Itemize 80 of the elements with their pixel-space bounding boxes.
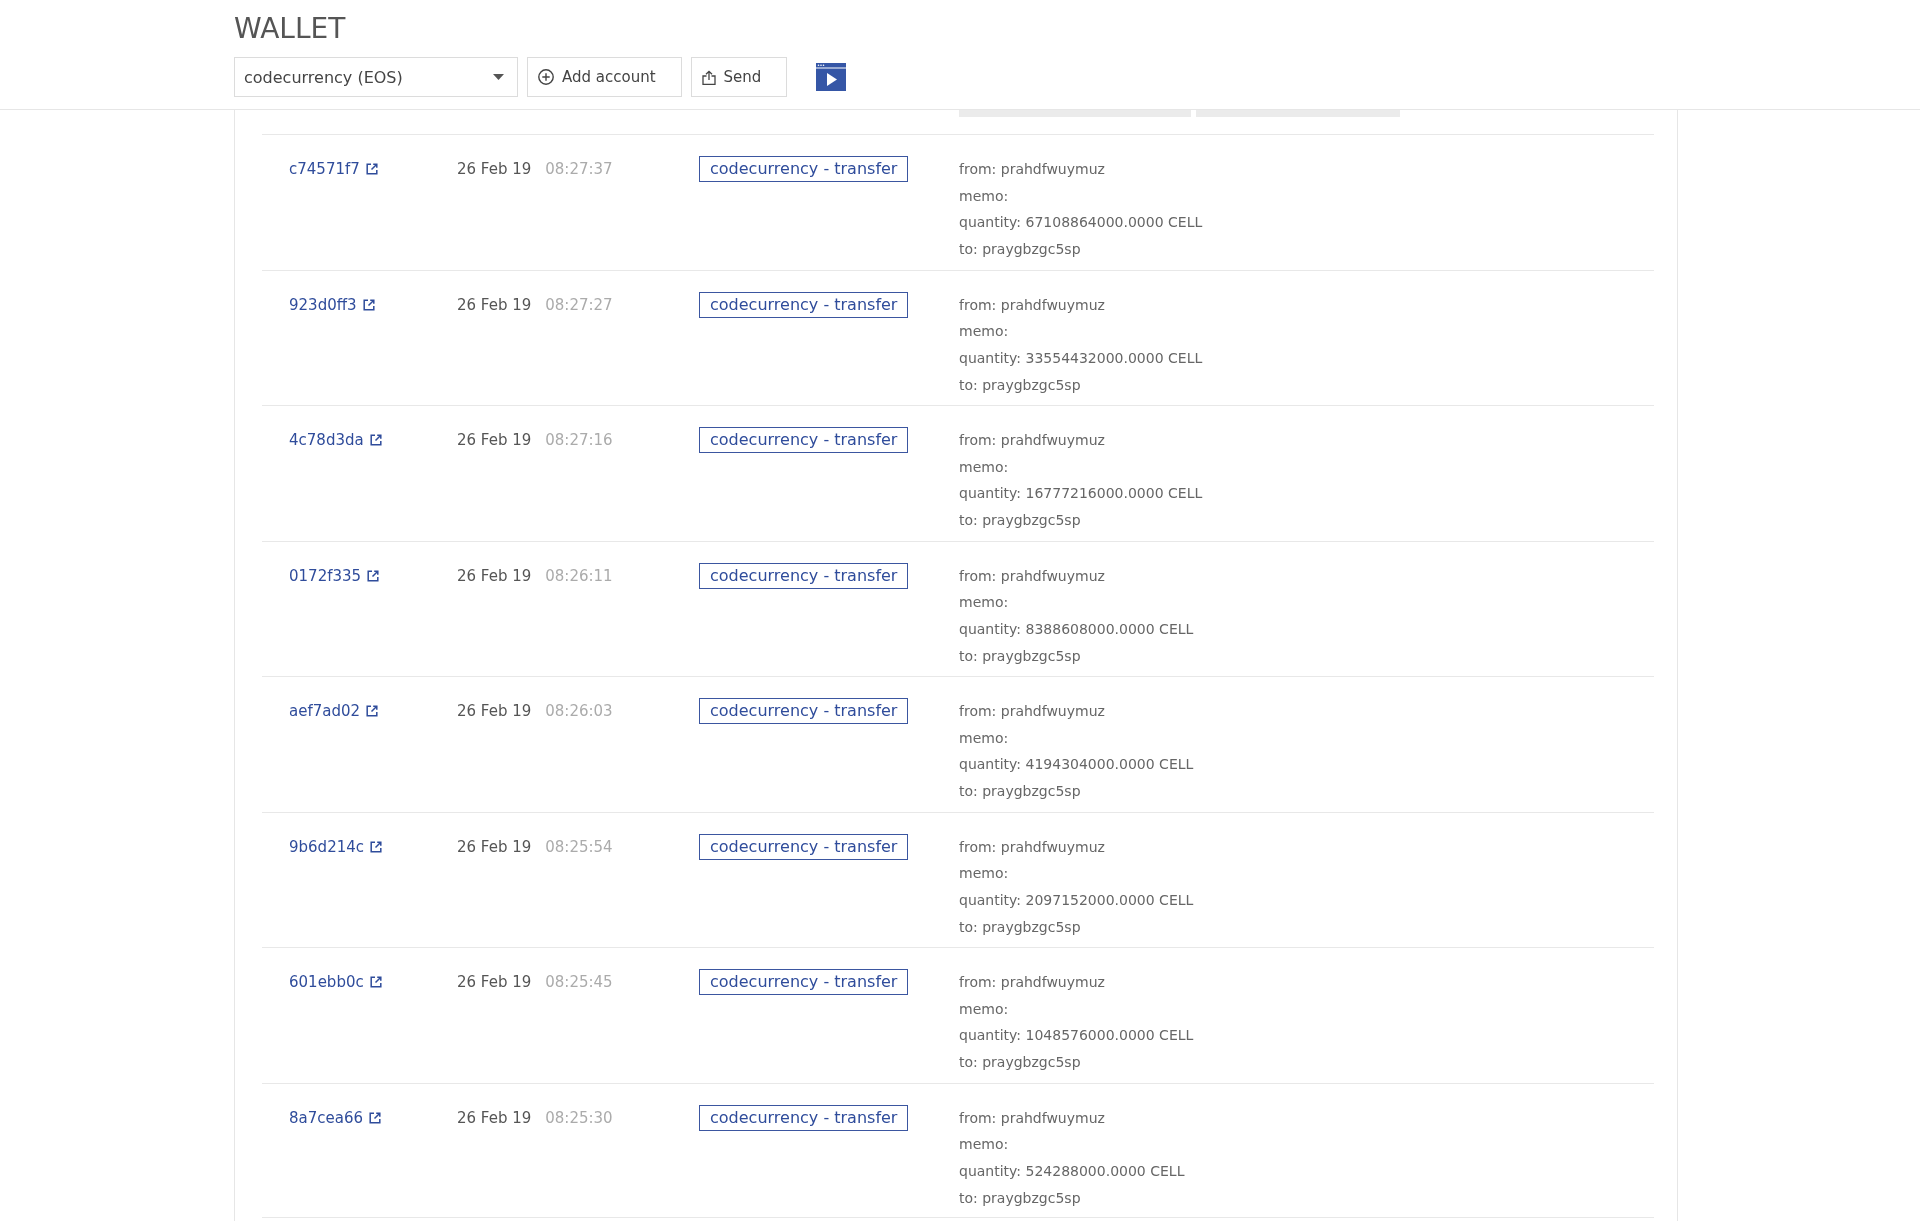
- transaction-link[interactable]: 4c78d3da: [289, 427, 382, 453]
- time-text: 08:25:54: [545, 836, 613, 858]
- time-text: 08:26:03: [545, 701, 613, 722]
- transfer-detail: from: prahdfwuymuz: [959, 566, 1105, 586]
- transfer-detail: memo:: [959, 1135, 1009, 1155]
- action-label: codecurrency - transfer: [699, 291, 909, 318]
- transaction-link[interactable]: 923d0ff3: [289, 291, 375, 318]
- transfer-detail: memo:: [959, 322, 1009, 342]
- external-link-icon: [362, 298, 375, 311]
- share-icon: [701, 69, 716, 85]
- transfer-detail: memo:: [959, 186, 1009, 206]
- date-text: 26 Feb 19: [457, 565, 532, 587]
- time-text: 08:27:27: [545, 294, 613, 316]
- transaction-link[interactable]: 0172f335: [289, 562, 380, 589]
- transfer-detail: from: prahdfwuymuz: [959, 973, 1105, 992]
- action-label: codecurrency - transfer: [699, 698, 909, 724]
- transaction-link[interactable]: 601ebb0c: [289, 969, 382, 995]
- transfer-detail: quantity: 67108864000.0000 CELL: [959, 213, 1203, 233]
- action-label: codecurrency - transfer: [699, 427, 909, 453]
- time-text: 08:27:37: [545, 159, 613, 180]
- transfer-detail: from: prahdfwuymuz: [959, 702, 1105, 721]
- external-link-icon: [370, 840, 382, 853]
- transaction-link[interactable]: 8a7cea66: [289, 1104, 382, 1131]
- transfer-detail: quantity: 2097152000.0000 CELL: [959, 890, 1194, 910]
- external-link-icon: [366, 705, 379, 717]
- external-link-icon: [369, 976, 382, 988]
- action-label: codecurrency - transfer: [699, 1104, 909, 1131]
- transfer-detail: to: praygbzgc5sp: [959, 511, 1081, 531]
- transaction-link[interactable]: aef7ad02: [289, 698, 379, 724]
- action-label: codecurrency - transfer: [699, 833, 909, 860]
- transfer-detail: from: prahdfwuymuz: [959, 1108, 1105, 1128]
- action-label: codecurrency - transfer: [699, 156, 909, 182]
- transfer-detail: quantity: 1048576000.0000 CELL: [959, 1026, 1194, 1046]
- external-link-icon: [369, 434, 382, 446]
- transaction-link[interactable]: c74571f7: [289, 156, 378, 182]
- add-account-button[interactable]: Add account: [527, 57, 682, 97]
- date-text: 26 Feb 19: [457, 430, 532, 451]
- date-text: 26 Feb 19: [457, 972, 532, 993]
- transfer-detail: from: prahdfwuymuz: [959, 295, 1105, 315]
- action-label: codecurrency - transfer: [699, 562, 909, 589]
- time-text: 08:26:11: [545, 565, 613, 587]
- video-player-icon[interactable]: [816, 63, 847, 91]
- account-select[interactable]: codecurrency (EOS): [234, 57, 518, 97]
- transfer-detail: to: praygbzgc5sp: [959, 1053, 1081, 1073]
- external-link-icon: [365, 163, 378, 175]
- transfer-detail: to: praygbzgc5sp: [959, 782, 1081, 802]
- page-title: WALLET: [234, 11, 346, 47]
- transfer-detail: to: praygbzgc5sp: [959, 646, 1081, 666]
- transfer-detail: from: prahdfwuymuz: [959, 160, 1105, 179]
- transfer-detail: quantity: 4194304000.0000 CELL: [959, 755, 1194, 775]
- transfer-detail: memo:: [959, 728, 1009, 748]
- date-text: 26 Feb 19: [457, 1107, 532, 1129]
- time-text: 08:27:16: [545, 430, 613, 451]
- time-text: 08:25:45: [545, 972, 613, 993]
- transfer-detail: memo:: [959, 593, 1009, 613]
- action-label: codecurrency - transfer: [699, 969, 909, 995]
- time-text: 08:25:30: [545, 1107, 613, 1129]
- date-text: 26 Feb 19: [457, 159, 532, 180]
- external-link-icon: [367, 569, 380, 582]
- transfer-detail: to: praygbzgc5sp: [959, 375, 1081, 395]
- date-text: 26 Feb 19: [457, 836, 532, 858]
- transfer-detail: quantity: 16777216000.0000 CELL: [959, 484, 1203, 504]
- transfer-detail: memo:: [959, 457, 1009, 477]
- date-text: 26 Feb 19: [457, 294, 532, 316]
- transfer-detail: memo:: [959, 864, 1009, 884]
- plus-circle-icon: [538, 69, 554, 85]
- date-text: 26 Feb 19: [457, 701, 532, 722]
- transfer-detail: from: prahdfwuymuz: [959, 431, 1105, 450]
- transfer-detail: quantity: 524288000.0000 CELL: [959, 1161, 1185, 1181]
- transfer-detail: from: prahdfwuymuz: [959, 837, 1105, 857]
- transfer-detail: quantity: 8388608000.0000 CELL: [959, 619, 1194, 639]
- send-button[interactable]: Send: [690, 57, 788, 97]
- transfer-detail: to: praygbzgc5sp: [959, 917, 1081, 937]
- transaction-link[interactable]: 9b6d214c: [289, 833, 382, 860]
- transfer-detail: to: praygbzgc5sp: [959, 1188, 1081, 1208]
- external-link-icon: [369, 1111, 382, 1124]
- transfer-detail: quantity: 33554432000.0000 CELL: [959, 348, 1203, 368]
- transfer-detail: memo:: [959, 999, 1009, 1019]
- transfer-detail: to: praygbzgc5sp: [959, 240, 1081, 260]
- caret-icon: [493, 74, 504, 80]
